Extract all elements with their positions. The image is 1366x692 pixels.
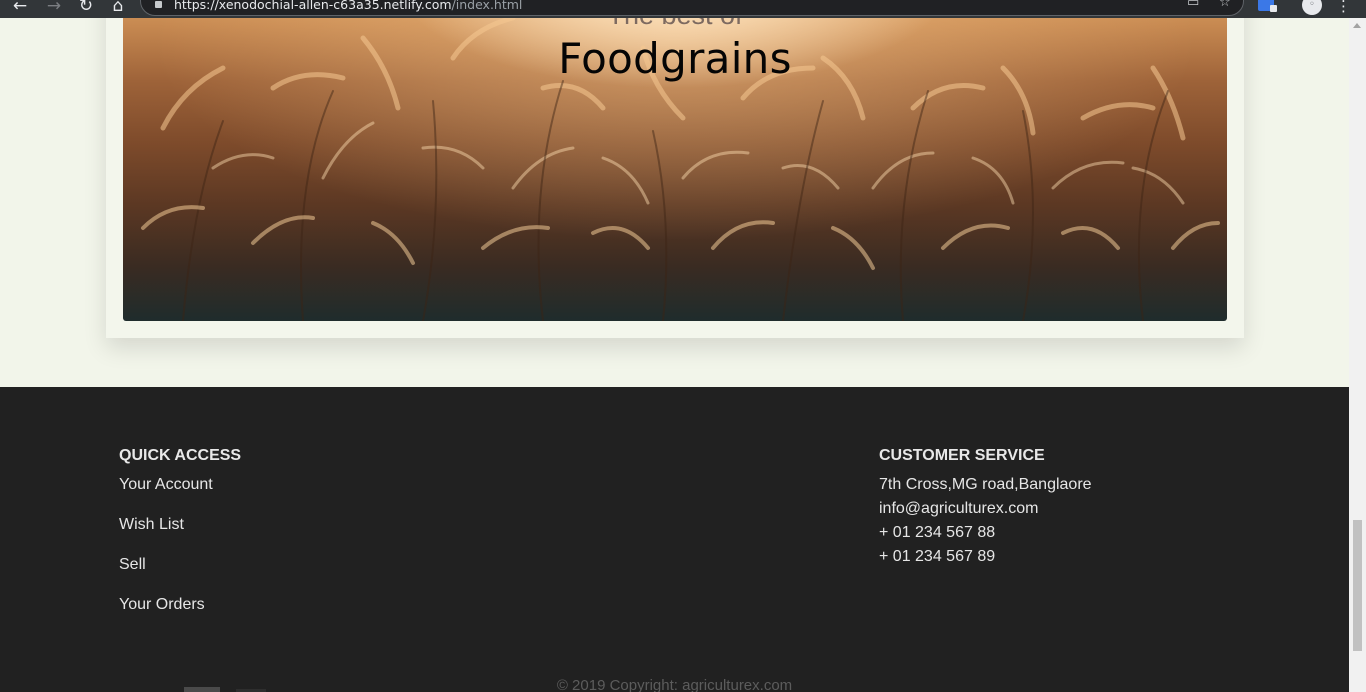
your-orders-link[interactable]: Your Orders	[119, 596, 205, 614]
footer-tab-active	[184, 687, 220, 692]
hero-subtitle: The best of	[123, 18, 1227, 31]
hero-card: The best of Foodgrains	[106, 18, 1244, 338]
customer-service-heading: CUSTOMER SERVICE	[879, 447, 1045, 464]
site-footer: QUICK ACCESS Your Account Wish List Sell…	[0, 387, 1349, 692]
page-viewport: The best of Foodgrains QUICK ACCESS Your…	[0, 18, 1349, 692]
email-text: info@agriculturex.com	[879, 500, 1039, 517]
sell-link[interactable]: Sell	[119, 556, 146, 574]
phone-text-1: + 01 234 567 88	[879, 524, 996, 541]
scroll-up-arrow-icon[interactable]	[1353, 23, 1361, 28]
hero-title: Foodgrains	[558, 34, 792, 83]
address-url[interactable]: https://xenodochial-allen-c63a35.netlify…	[174, 0, 522, 12]
star-icon[interactable]: ☆	[1219, 0, 1231, 9]
url-path: /index.html	[451, 0, 523, 12]
your-account-link[interactable]: Your Account	[119, 476, 213, 494]
phone-text-2: + 01 234 567 89	[879, 548, 996, 565]
wish-list-link[interactable]: Wish List	[119, 516, 184, 534]
translate-extension-icon[interactable]	[1258, 0, 1277, 12]
address-bar[interactable]: https://xenodochial-allen-c63a35.netlify…	[140, 0, 1244, 16]
address-text: 7th Cross,MG road,Banglaore	[879, 476, 1092, 493]
url-host: https://xenodochial-allen-c63a35.netlify…	[174, 0, 452, 12]
install-app-icon[interactable]: ▭	[1187, 0, 1199, 9]
browser-menu-icon[interactable]: ⋮	[1336, 0, 1351, 16]
quick-access-heading: QUICK ACCESS	[119, 447, 242, 464]
back-icon[interactable]: ←	[8, 0, 32, 18]
lock-icon	[155, 1, 162, 8]
hero-image: The best of Foodgrains	[123, 18, 1227, 321]
vertical-scrollbar[interactable]	[1349, 18, 1366, 692]
profile-avatar-icon[interactable]: ◦	[1302, 0, 1322, 15]
home-icon[interactable]: ⌂	[106, 0, 130, 18]
reload-icon[interactable]: ↻	[74, 0, 98, 18]
forward-icon[interactable]: →	[42, 0, 66, 18]
scrollbar-thumb[interactable]	[1353, 520, 1362, 651]
browser-toolbar: ← → ↻ ⌂ https://xenodochial-allen-c63a35…	[0, 0, 1366, 18]
